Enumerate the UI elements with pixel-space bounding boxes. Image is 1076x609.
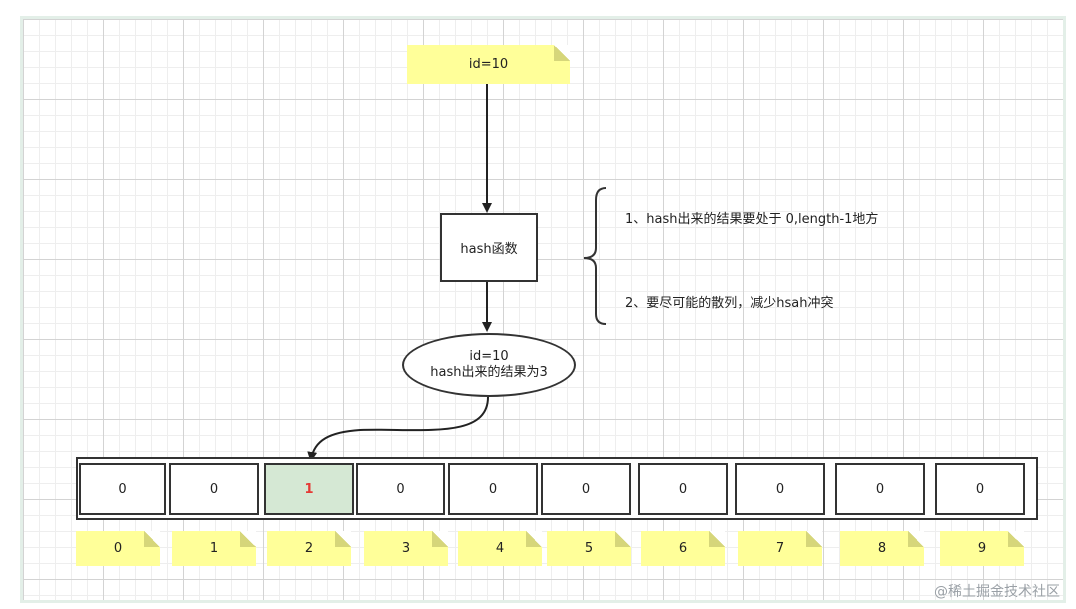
curly-brace [583, 187, 607, 325]
requirement-note-1: 1、hash出来的结果要处于 0,length-1地方 [625, 212, 879, 227]
note-fold [144, 531, 160, 547]
index-label: 5 [584, 541, 594, 556]
note-fold [908, 531, 924, 547]
array-cell: 0 [835, 463, 925, 515]
note-fold [526, 531, 542, 547]
input-note-text: id=10 [468, 57, 509, 72]
array-cell: 0 [735, 463, 825, 515]
note-fold [806, 531, 822, 547]
index-note: 0 [76, 531, 160, 566]
requirement-note-2: 2、要尽可能的散列，减少hsah冲突 [625, 296, 834, 311]
note-fold [335, 531, 351, 547]
note-fold [615, 531, 631, 547]
array-cell: 0 [541, 463, 631, 515]
index-label: 9 [977, 541, 987, 556]
arrow-result-to-array [307, 396, 489, 462]
note-fold [432, 531, 448, 547]
index-note: 9 [940, 531, 1024, 566]
note-fold [1008, 531, 1024, 547]
index-label: 2 [304, 541, 314, 556]
index-note: 3 [364, 531, 448, 566]
hash-function-label: hash函数 [460, 242, 518, 257]
index-label: 6 [678, 541, 688, 556]
index-label: 1 [209, 541, 219, 556]
array-cell: 0 [356, 463, 445, 515]
input-note: id=10 [407, 45, 570, 84]
watermark: @稀土掘金技术社区 [934, 584, 1060, 600]
index-note: 4 [458, 531, 542, 566]
index-note: 1 [172, 531, 256, 566]
result-line-2: hash出来的结果为3 [430, 365, 548, 380]
index-label: 7 [775, 541, 785, 556]
array-cell: 0 [169, 463, 259, 515]
array-cell: 0 [79, 463, 166, 515]
index-label: 4 [495, 541, 505, 556]
index-label: 3 [401, 541, 411, 556]
index-label: 0 [113, 541, 123, 556]
note-fold [709, 531, 725, 547]
index-note: 5 [547, 531, 631, 566]
index-note: 6 [641, 531, 725, 566]
array-cell: 0 [638, 463, 728, 515]
result-ellipse: id=10 hash出来的结果为3 [402, 333, 576, 397]
array-cell-highlighted: 1 [264, 463, 354, 515]
index-note: 8 [840, 531, 924, 566]
index-note: 2 [267, 531, 351, 566]
array-cell: 0 [935, 463, 1025, 515]
note-fold [554, 45, 570, 61]
result-line-1: id=10 [469, 349, 509, 364]
note-fold [240, 531, 256, 547]
index-note: 7 [738, 531, 822, 566]
array-cell: 0 [448, 463, 538, 515]
index-label: 8 [877, 541, 887, 556]
hash-function-box: hash函数 [440, 213, 538, 282]
